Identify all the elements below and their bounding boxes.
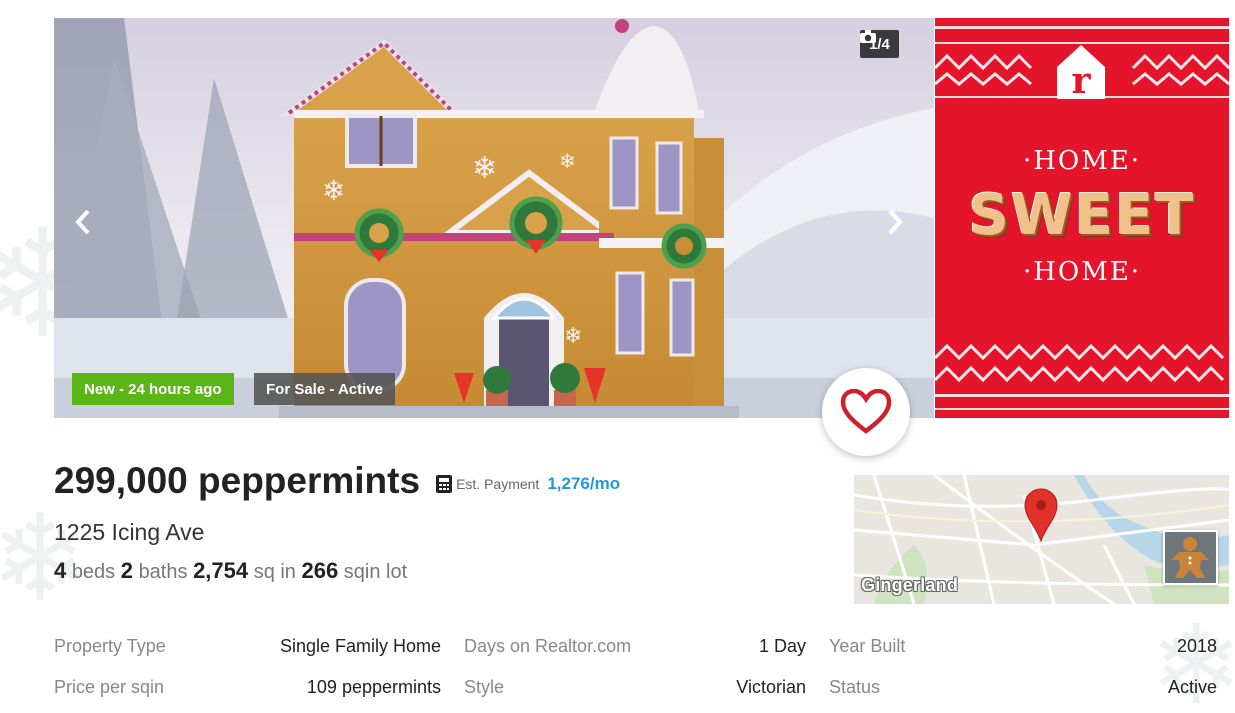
save-favorite-button[interactable] [822, 368, 910, 456]
promo-home-top: ·HOME· [1022, 146, 1142, 176]
baths-label: baths [138, 561, 188, 583]
sqin-value: 2,754 [193, 558, 249, 583]
sqin-label: sq in [253, 561, 296, 583]
calculator-icon [436, 475, 453, 493]
property-type-label: Property Type [54, 636, 166, 656]
days-on-market-value: 1 Day [758, 636, 806, 656]
est-payment-label: Est. Payment [456, 476, 540, 492]
price-row: 299,000 peppermints Est. Payment 1,276/m… [54, 460, 620, 502]
gingerbread-man-icon [1165, 532, 1216, 583]
svg-text:❄: ❄ [564, 324, 582, 349]
lot-label: sqin lot [343, 561, 408, 583]
style-value: Victorian [736, 677, 806, 697]
map-pin-icon [1024, 488, 1058, 542]
promo-sweet-text: SWEET [968, 183, 1196, 248]
beds-value: 4 [54, 558, 67, 583]
previous-photo-button[interactable] [74, 208, 104, 248]
year-built-value: 2018 [1176, 636, 1217, 656]
gingerbread-house-photo: ❄ ❄ ❄ ❄ [54, 18, 934, 418]
days-on-market-label: Days on Realtor.com [464, 636, 632, 656]
chevron-left-icon [75, 209, 90, 235]
svg-text:❄: ❄ [559, 149, 576, 173]
photo-gallery[interactable]: ❄ ❄ ❄ ❄ 1/4 New - 24 hours ago For Sale … [54, 18, 934, 418]
property-specs: 4 beds 2 baths 2,754 sq in 266 sqin lot [54, 558, 407, 584]
status-value: Active [1167, 677, 1217, 697]
est-payment-link[interactable]: 1,276/mo [547, 474, 620, 494]
svg-text:r: r [1072, 60, 1092, 101]
property-type-value: Single Family Home [279, 636, 441, 656]
price-per-sqin-value: 109 peppermints [306, 677, 441, 697]
price-per-sqin-label: Price per sqin [54, 677, 165, 697]
promo-tile[interactable]: r ·HOME· SWEET ·HOME· [935, 18, 1229, 418]
location-map[interactable]: Gingerland [854, 475, 1229, 604]
map-area-label: Gingerland [861, 575, 959, 595]
realtor-logo-icon: r [1057, 45, 1105, 101]
next-photo-button[interactable] [886, 208, 916, 248]
beds-label: beds [71, 561, 116, 583]
year-built-label: Year Built [829, 636, 906, 656]
details-row: Property Type Single Family Home Days on… [54, 636, 1217, 662]
heart-icon [840, 389, 892, 434]
baths-value: 2 [120, 558, 133, 583]
new-listing-badge: New - 24 hours ago [72, 373, 234, 405]
chevron-right-icon [888, 209, 903, 235]
details-row: Price per sqin 109 peppermints Style Vic… [54, 677, 1217, 703]
property-address: 1225 Icing Ave [54, 519, 205, 545]
promo-home-bottom: ·HOME· [1022, 257, 1142, 287]
listing-price: 299,000 peppermints [54, 460, 421, 501]
camera-icon [860, 30, 876, 43]
style-label: Style [464, 677, 505, 697]
svg-text:❄: ❄ [472, 151, 497, 186]
photo-counter[interactable]: 1/4 [860, 30, 899, 58]
estimated-payment[interactable]: Est. Payment 1,276/mo [436, 474, 620, 494]
lot-value: 266 [301, 558, 339, 583]
knit-pattern-bottom [935, 343, 1229, 410]
svg-text:❄: ❄ [322, 174, 345, 207]
listing-status-badge: For Sale - Active [254, 373, 395, 405]
status-label: Status [829, 677, 881, 697]
street-view-thumbnail[interactable] [1163, 530, 1218, 585]
